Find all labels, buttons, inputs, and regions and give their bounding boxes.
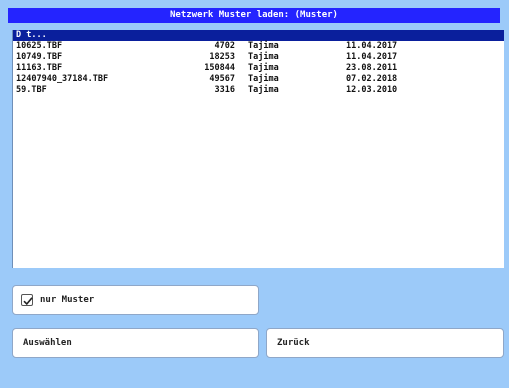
file-name: 12407940_37184.TBF xyxy=(16,74,109,84)
nur-muster-label: nur Muster xyxy=(40,295,95,305)
file-name: 10625.TBF xyxy=(16,41,63,51)
file-list[interactable]: D t... 10625.TBF 4702 Tajima 11.04.2017 … xyxy=(12,30,504,268)
table-row[interactable]: 10749.TBF 18253 Tajima 11.04.2017 xyxy=(13,52,504,63)
file-type: Tajima xyxy=(248,63,279,73)
parent-folder-label: D t... xyxy=(16,30,47,40)
nur-muster-checkbox[interactable]: nur Muster xyxy=(12,285,259,315)
file-name: 11163.TBF xyxy=(16,63,63,73)
back-button[interactable]: Zurück xyxy=(266,328,504,358)
select-button[interactable]: Auswählen xyxy=(12,328,259,358)
table-row[interactable]: 10625.TBF 4702 Tajima 11.04.2017 xyxy=(13,41,504,52)
checkmark-icon[interactable] xyxy=(21,294,33,306)
list-item-parent-folder[interactable]: D t... xyxy=(13,30,504,41)
file-type: Tajima xyxy=(248,85,279,95)
file-date: 23.08.2011 xyxy=(346,63,398,73)
file-date: 07.02.2018 xyxy=(346,74,398,84)
table-row[interactable]: 11163.TBF 150844 Tajima 23.08.2011 xyxy=(13,63,504,74)
file-date: 12.03.2010 xyxy=(346,85,398,95)
file-type: Tajima xyxy=(248,52,279,62)
file-name: 59.TBF xyxy=(16,85,47,95)
file-size: 18253 xyxy=(209,52,235,62)
file-type: Tajima xyxy=(248,41,279,51)
file-size: 3316 xyxy=(214,85,235,95)
table-row[interactable]: 12407940_37184.TBF 49567 Tajima 07.02.20… xyxy=(13,74,504,85)
file-type: Tajima xyxy=(248,74,279,84)
file-date: 11.04.2017 xyxy=(346,41,398,51)
table-row[interactable]: 59.TBF 3316 Tajima 12.03.2010 xyxy=(13,85,504,96)
file-size: 150844 xyxy=(204,63,235,73)
file-name: 10749.TBF xyxy=(16,52,63,62)
file-size: 49567 xyxy=(209,74,235,84)
file-date: 11.04.2017 xyxy=(346,52,398,62)
dialog-title: Netzwerk Muster laden: (Muster) xyxy=(8,8,500,23)
file-size: 4702 xyxy=(214,41,235,51)
